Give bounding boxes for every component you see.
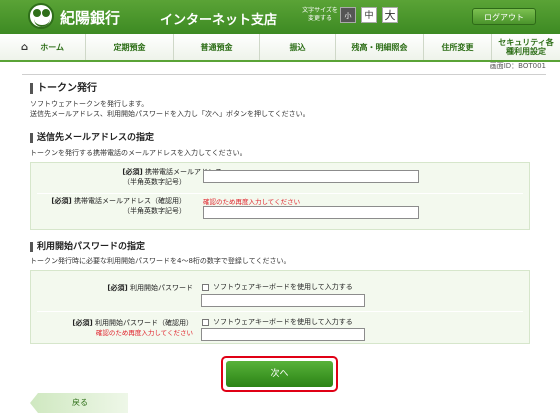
password-confirm-input[interactable] [201,328,365,341]
email-confirm-label: [必須] 携帯電話メールアドレス（確認用） [51,197,186,205]
header-bar: 紀陽銀行 インターネット支店 文字サイズを変更する 小 中 大 ログアウト [0,0,560,34]
email-confirm-input[interactable] [203,206,419,219]
software-keyboard-confirm-checkbox[interactable] [202,319,209,326]
row-divider [37,193,523,194]
row-divider [37,311,523,312]
home-icon: ⌂ [21,41,29,53]
nav-item-ordinary-deposit[interactable]: 普通預金 [174,34,260,60]
bank-logo-icon [28,3,54,29]
main-nav: ⌂ ホーム 定期預金 普通預金 振込 残高・明細照会 住所変更 セキュリティ各種… [0,34,560,62]
password-section-title: 利用開始パスワードの指定 [30,242,145,252]
page-description-1: ソフトウェアトークンを発行します。 [30,100,149,108]
required-badge: [必須] [107,284,128,292]
nav-item-transfer[interactable]: 振込 [260,34,336,60]
email-section-title: 送信先メールアドレスの指定 [30,133,154,143]
software-keyboard-confirm-label: ソフトウェアキーボードを使用して入力する [213,318,353,326]
next-button[interactable]: 次へ [226,361,333,387]
nav-item-address-change[interactable]: 住所変更 [424,34,492,60]
nav-item-label: ホーム [40,42,64,52]
email-section-description: トークンを発行する携帯電話のメールアドレスを入力してください。 [30,149,247,157]
nav-item-time-deposit[interactable]: 定期預金 [86,34,174,60]
software-keyboard-label: ソフトウェアキーボードを使用して入力する [213,283,353,291]
password-label: [必須] 利用開始パスワード [107,284,193,292]
email-form-box: [必須] 携帯電話メールアドレス （半角英数字記号） [必須] 携帯電話メールア… [30,162,530,230]
page-description-2: 送信先メールアドレス、利用開始パスワードを入力し「次へ」ボタンを押してください。 [30,110,310,118]
nav-item-security-settings[interactable]: セキュリティ各種利用設定 [492,34,560,60]
font-size-small-button[interactable]: 小 [340,7,356,23]
required-badge: [必須] [122,168,143,176]
password-confirm-note: 確認のため再度入力してください [95,329,193,337]
email-input[interactable] [203,170,419,183]
email-confirm-note: 確認のため再度入力してください [203,198,301,206]
required-badge: [必須] [51,197,72,205]
nav-item-balance-inquiry[interactable]: 残高・明細照会 [336,34,424,60]
divider [22,74,546,75]
bank-name: 紀陽銀行 [60,9,121,27]
email-confirm-sublabel: （半角英数字記号） [123,207,186,215]
logout-button[interactable]: ログアウト [472,8,536,25]
screen-id: 画面ID：BOT001 [489,62,546,70]
software-keyboard-checkbox[interactable] [202,284,209,291]
font-size-medium-button[interactable]: 中 [361,7,377,23]
email-sublabel: （半角英数字記号） [123,178,186,186]
font-size-label: 文字サイズを変更する [302,7,338,22]
back-button[interactable]: 戻る [30,393,128,413]
password-form-box: [必須] 利用開始パスワード ソフトウェアキーボードを使用して入力する [必須]… [30,270,530,344]
password-section-description: トークン発行時に必要な利用開始パスワードを4～8桁の数字で登録してください。 [30,257,291,265]
nav-item-home[interactable]: ⌂ ホーム [0,34,86,60]
branch-name: インターネット支店 [160,13,278,28]
password-input[interactable] [201,294,365,307]
back-button-label: 戻る [72,398,88,407]
required-badge: [必須] [72,319,93,327]
page-title: トークン発行 [30,83,97,94]
font-size-large-button[interactable]: 大 [382,7,398,23]
